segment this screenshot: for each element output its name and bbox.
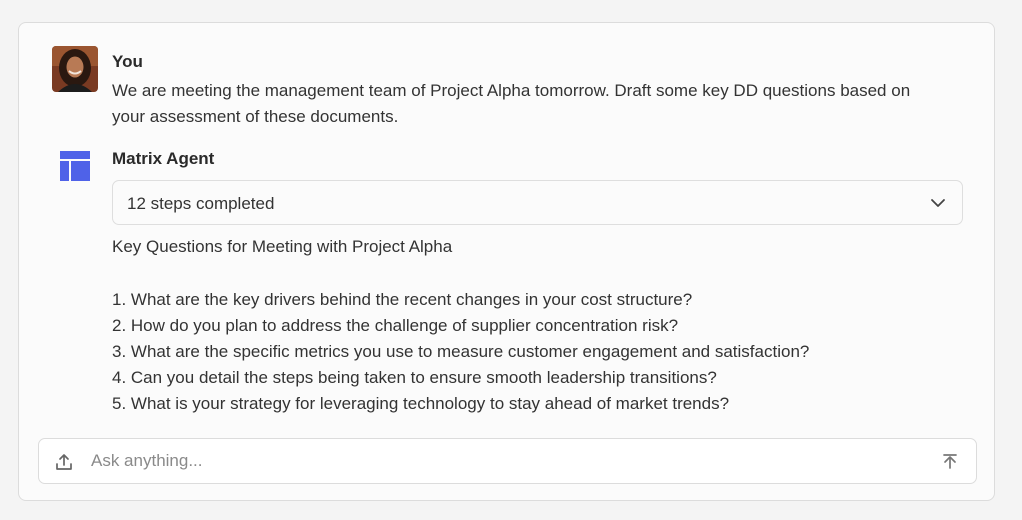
send-arrow-icon[interactable] xyxy=(940,452,960,472)
question-item: 4. Can you detail the steps being taken … xyxy=(112,368,717,387)
table-layout-icon xyxy=(60,151,90,181)
question-item: 1. What are the key drivers behind the r… xyxy=(112,290,693,309)
chevron-down-icon xyxy=(930,195,946,211)
question-item: 3. What are the specific metrics you use… xyxy=(112,342,810,361)
composer xyxy=(38,438,977,484)
steps-dropdown[interactable]: 12 steps completed xyxy=(112,180,963,225)
ask-input[interactable] xyxy=(91,447,911,475)
answer-title: Key Questions for Meeting with Project A… xyxy=(112,237,453,256)
user-message: We are meeting the management team of Pr… xyxy=(112,81,911,126)
steps-label: 12 steps completed xyxy=(127,194,275,213)
question-item: 5. What is your strategy for leveraging … xyxy=(112,394,730,413)
questions-list: 1. What are the key drivers behind the r… xyxy=(112,287,809,417)
user-name: You xyxy=(112,52,143,71)
upload-icon[interactable] xyxy=(54,452,74,472)
question-item: 2. How do you plan to address the challe… xyxy=(112,316,679,335)
agent-name: Matrix Agent xyxy=(112,149,215,168)
chat-panel: You We are meeting the management team o… xyxy=(18,22,995,501)
user-avatar xyxy=(52,46,98,92)
